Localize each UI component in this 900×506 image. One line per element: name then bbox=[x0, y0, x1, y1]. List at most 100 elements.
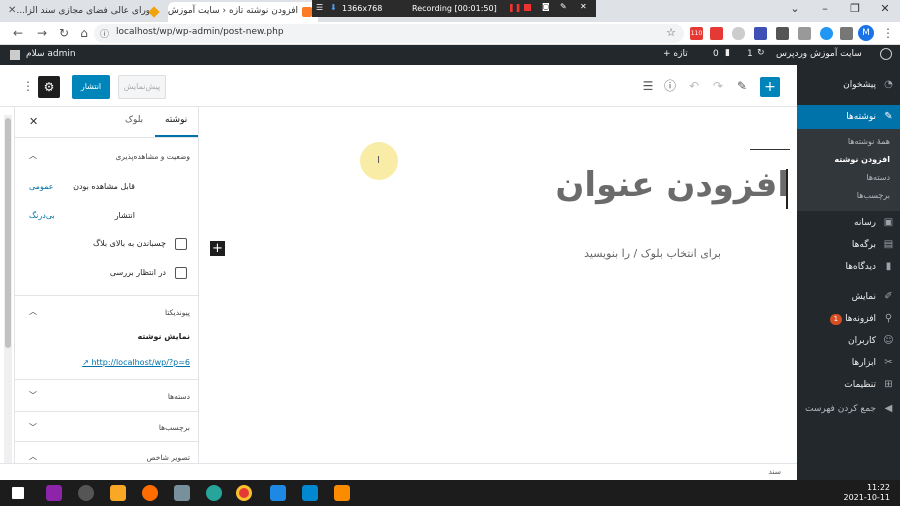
sidebar-item-tools[interactable]: ✂ ابزارها bbox=[797, 353, 900, 373]
tab-block[interactable]: بلوک bbox=[125, 115, 143, 125]
kebab-menu-icon[interactable]: ⋮ bbox=[880, 25, 896, 41]
list-view-icon[interactable]: ☰ bbox=[640, 78, 656, 94]
chevron-down-icon[interactable]: ⌄ bbox=[780, 0, 810, 18]
notes-app-icon[interactable] bbox=[174, 485, 190, 501]
chevron-down-icon[interactable]: ﹀ bbox=[29, 422, 37, 433]
forward-icon[interactable]: → bbox=[34, 25, 50, 41]
close-settings-icon[interactable]: ✕ bbox=[29, 115, 38, 128]
cloud-extension-icon[interactable] bbox=[732, 27, 745, 40]
visibility-value[interactable]: عمومی bbox=[29, 182, 53, 191]
windows-start-icon[interactable] bbox=[12, 487, 24, 499]
chevron-up-icon[interactable]: ︿ bbox=[29, 306, 37, 317]
extension-icon[interactable] bbox=[754, 27, 767, 40]
puzzle-icon[interactable] bbox=[840, 27, 853, 40]
home-icon[interactable]: ⌂ bbox=[76, 25, 92, 41]
block-inserter-button[interactable]: + bbox=[210, 241, 225, 256]
wordpress-logo-icon[interactable] bbox=[880, 48, 892, 60]
submenu-add-post[interactable]: افزودن نوشته bbox=[797, 155, 900, 164]
star-icon[interactable]: ☆ bbox=[666, 26, 676, 39]
zoom-extension-icon[interactable] bbox=[820, 27, 833, 40]
breadcrumb[interactable]: سند bbox=[769, 467, 781, 476]
url-bar[interactable]: ⓘ localhost/wp/wp-admin/post-new.php ☆ bbox=[94, 24, 684, 43]
sidebar-item-collapse[interactable]: ◀ جمع کردن فهرست bbox=[797, 399, 900, 419]
close-window-icon[interactable]: ✕ bbox=[870, 0, 900, 18]
panel-scroll-thumb[interactable] bbox=[5, 118, 11, 348]
sidebar-item-media[interactable]: ▣ رسانه bbox=[797, 213, 900, 233]
menu-icon[interactable]: ☰ bbox=[316, 3, 323, 12]
submenu-all-posts[interactable]: همهٔ نوشته‌ها bbox=[797, 137, 900, 146]
sidebar-item-users[interactable]: ☺ کاربران bbox=[797, 331, 900, 351]
xampp-icon[interactable] bbox=[334, 485, 350, 501]
chevron-up-icon[interactable]: ︿ bbox=[29, 451, 37, 462]
add-block-button[interactable]: + bbox=[760, 77, 780, 97]
publish-value[interactable]: بی‌درنگ bbox=[29, 211, 55, 220]
screen-app-icon[interactable] bbox=[302, 485, 318, 501]
redo-icon[interactable]: ↷ bbox=[710, 78, 726, 94]
back-icon[interactable]: ← bbox=[10, 25, 26, 41]
site-name[interactable]: سایت آموزش وردپرس bbox=[776, 49, 862, 59]
phpstorm-icon[interactable] bbox=[46, 485, 62, 501]
sidebar-item-comments[interactable]: ▮ دیدگاه‌ها bbox=[797, 257, 900, 277]
close-tab-icon[interactable]: ✕ bbox=[8, 5, 16, 16]
block-placeholder[interactable]: برای انتخاب بلوک / را بنویسید bbox=[584, 247, 721, 260]
browser-tab-1[interactable]: ✕ شورای عالی فضای مجازی سند الزا... bbox=[4, 2, 164, 22]
chrome-icon[interactable] bbox=[236, 485, 252, 501]
extension-badge-icon[interactable]: 110 bbox=[690, 27, 703, 40]
comments-count[interactable]: 0 bbox=[713, 49, 719, 59]
minimize-icon[interactable]: – bbox=[810, 0, 840, 18]
bookmark-extension-icon[interactable] bbox=[776, 27, 789, 40]
publish-label: انتشار bbox=[114, 211, 135, 220]
status-title[interactable]: وضعیت و مشاهده‌پذیری bbox=[115, 152, 190, 161]
sidebar-item-settings[interactable]: ⊞ تنظیمات bbox=[797, 375, 900, 395]
preview-button[interactable]: پیش‌نمایش bbox=[118, 75, 166, 99]
settings-gear-button[interactable]: ⚙ bbox=[38, 76, 60, 98]
post-title-input[interactable]: افزودن عنوان bbox=[555, 165, 789, 205]
address-row: ← → ↻ ⌂ ⓘ localhost/wp/wp-admin/post-new… bbox=[0, 22, 900, 45]
tab-strip: ✕ شورای عالی فضای مجازی سند الزا... افزو… bbox=[0, 0, 900, 22]
file-explorer-icon[interactable] bbox=[110, 485, 126, 501]
greeting[interactable]: سلام admin bbox=[26, 49, 76, 59]
details-info-icon[interactable]: ⓘ bbox=[662, 78, 678, 94]
submenu-categories[interactable]: دسته‌ها bbox=[797, 173, 900, 182]
undo-icon[interactable]: ↶ bbox=[686, 78, 702, 94]
sidebar-item-dashboard[interactable]: ◔ پیشخوان bbox=[797, 75, 900, 95]
reload-icon[interactable]: ↻ bbox=[56, 25, 72, 41]
pause-icon[interactable]: ❚❚ bbox=[508, 3, 521, 12]
pen-icon[interactable]: ✎ bbox=[560, 2, 567, 11]
updates-count[interactable]: 1 bbox=[747, 49, 753, 59]
network-app-icon[interactable] bbox=[270, 485, 286, 501]
system-clock[interactable]: 11:22 2021-10-11 bbox=[844, 483, 891, 503]
admin-avatar-icon[interactable] bbox=[10, 50, 20, 60]
submenu-tags[interactable]: برچسب‌ها bbox=[797, 191, 900, 200]
more-options-icon[interactable]: ⋮ bbox=[20, 78, 36, 94]
permalink-url[interactable]: ↗ http://localhost/wp/?p=6 bbox=[82, 358, 190, 367]
chevron-up-icon[interactable]: ︿ bbox=[29, 150, 37, 161]
translate-extension-icon[interactable] bbox=[798, 27, 811, 40]
edit-tools-icon[interactable]: ✎ bbox=[734, 78, 750, 94]
atom-app-icon[interactable] bbox=[206, 485, 222, 501]
gmail-extension-icon[interactable] bbox=[710, 27, 723, 40]
camera-icon[interactable]: ◙ bbox=[542, 2, 550, 11]
publish-button[interactable]: انتشار bbox=[72, 75, 110, 99]
categories-section[interactable]: ﹀ دسته‌ها bbox=[15, 379, 198, 411]
maximize-icon[interactable]: ❐ bbox=[840, 0, 870, 18]
sidebar-item-appearance[interactable]: ✐ نمایش bbox=[797, 287, 900, 307]
sidebar-item-pages[interactable]: ▤ برگه‌ها bbox=[797, 235, 900, 255]
featured-image-section[interactable]: ︿ تصویر شاخص bbox=[15, 441, 198, 463]
stop-icon[interactable] bbox=[524, 4, 531, 11]
cloud-app-icon[interactable] bbox=[78, 485, 94, 501]
tab-post[interactable]: نوشته bbox=[165, 115, 187, 125]
pending-checkbox[interactable] bbox=[175, 267, 187, 279]
browser-tab-2[interactable]: افزودن نوشته تازه ‹ سایت آموزش وردپرس... bbox=[168, 2, 318, 22]
info-icon[interactable]: ⓘ bbox=[100, 27, 109, 40]
sidebar-item-posts[interactable]: ✎ نوشته‌ها bbox=[797, 105, 900, 129]
tags-section[interactable]: ﹀ برچسب‌ها bbox=[15, 411, 198, 441]
sidebar-item-plugins[interactable]: ⚲ افزونه‌ها1 bbox=[797, 309, 900, 329]
stick-checkbox[interactable] bbox=[175, 238, 187, 250]
chevron-down-icon[interactable]: ﹀ bbox=[29, 390, 37, 401]
close-icon[interactable]: ✕ bbox=[580, 2, 587, 11]
new-content-link[interactable]: + تازه bbox=[663, 49, 688, 59]
profile-avatar[interactable]: M bbox=[858, 25, 874, 41]
browser-app-icon[interactable] bbox=[142, 485, 158, 501]
permalink-title[interactable]: پیوندیکتا bbox=[165, 308, 190, 317]
